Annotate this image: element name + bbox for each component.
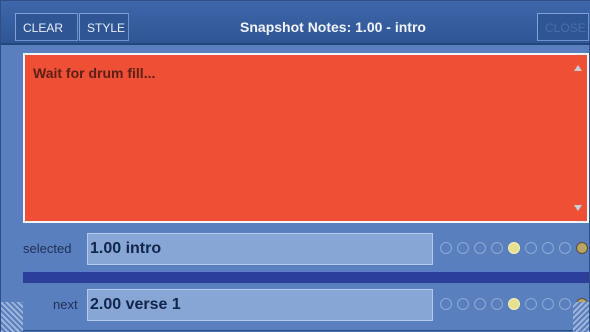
selected-label: selected (23, 241, 72, 256)
selected-dot[interactable] (457, 242, 469, 254)
next-snapshot-field[interactable]: 2.00 verse 1 (87, 289, 433, 321)
resize-grip-left[interactable] (1, 302, 23, 332)
style-button[interactable]: STYLE (79, 13, 129, 41)
snapshot-notes-window: CLEAR STYLE Snapshot Notes: 1.00 - intro… (0, 0, 590, 332)
notes-text: Wait for drum fill... (33, 65, 156, 81)
title-bar: CLEAR STYLE Snapshot Notes: 1.00 - intro… (1, 1, 590, 45)
next-dot[interactable] (491, 298, 503, 310)
notes-scrollbar[interactable] (569, 55, 587, 221)
next-dot[interactable] (474, 298, 486, 310)
next-dot[interactable] (508, 298, 520, 310)
selected-dot[interactable] (491, 242, 503, 254)
window-title: Snapshot Notes: 1.00 - intro (240, 19, 426, 35)
next-dot[interactable] (559, 298, 571, 310)
notes-textarea[interactable]: Wait for drum fill... (23, 53, 589, 223)
scroll-up-icon[interactable] (574, 65, 582, 71)
selected-dot[interactable] (474, 242, 486, 254)
scroll-down-icon[interactable] (574, 205, 582, 211)
selected-dot[interactable] (525, 242, 537, 254)
end-marker-icon[interactable] (576, 242, 588, 254)
selected-snapshot-field[interactable]: 1.00 intro (87, 233, 433, 265)
selected-row: selected 1.00 intro (23, 233, 590, 265)
next-dot[interactable] (542, 298, 554, 310)
resize-grip-right[interactable] (573, 302, 589, 332)
selected-dot[interactable] (559, 242, 571, 254)
next-label: next (53, 297, 78, 312)
next-dot[interactable] (440, 298, 452, 310)
next-row: next 2.00 verse 1 (23, 289, 590, 321)
divider-bar (23, 271, 589, 283)
next-dot[interactable] (525, 298, 537, 310)
selected-dot[interactable] (542, 242, 554, 254)
next-dot[interactable] (457, 298, 469, 310)
selected-dot[interactable] (508, 242, 520, 254)
selected-dot[interactable] (440, 242, 452, 254)
close-button[interactable]: CLOSE (537, 13, 589, 41)
clear-button[interactable]: CLEAR (15, 13, 78, 41)
